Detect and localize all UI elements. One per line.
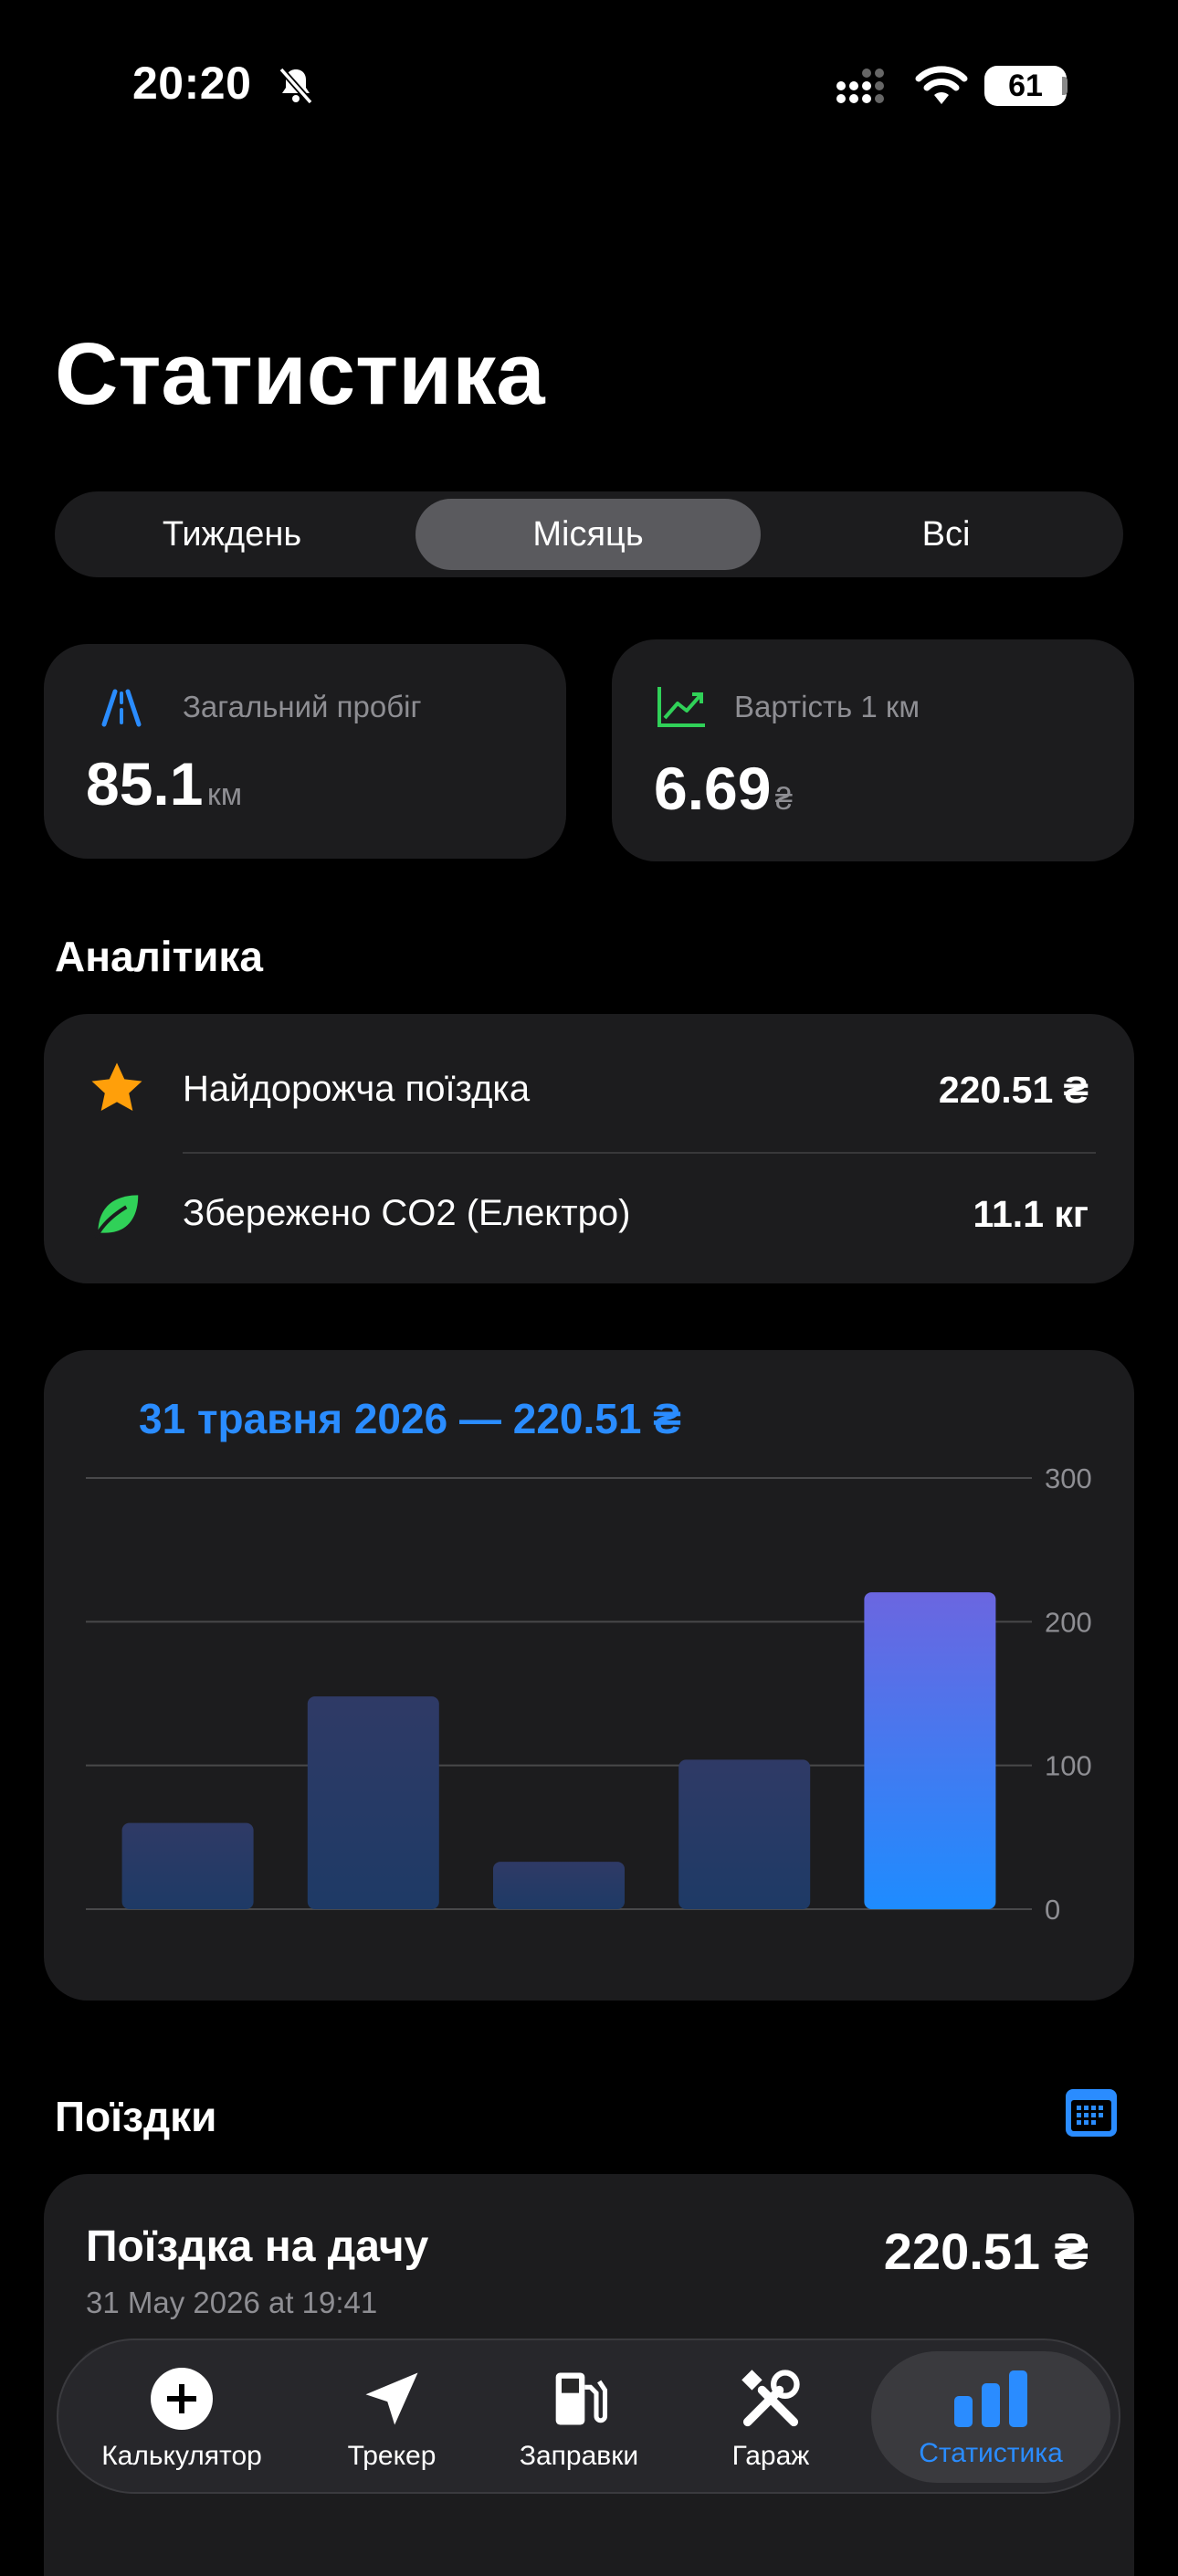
tab-calculator[interactable]: Калькулятор [86, 2340, 278, 2496]
segment-week[interactable]: Тиждень [62, 499, 402, 570]
analytics-heading: Аналітика [55, 933, 264, 980]
trips-heading: Поїздки [55, 2093, 217, 2140]
trend-up-icon [657, 687, 705, 727]
battery-icon: 61 [984, 66, 1067, 106]
leaf-icon [93, 1195, 139, 1239]
tab-fuel[interactable]: Заправки [497, 2340, 661, 2496]
trip-amount: 220.51 ₴ [883, 2222, 1089, 2280]
tools-icon [742, 2370, 800, 2427]
star-icon [91, 1062, 142, 1112]
chart-bar[interactable] [678, 1759, 811, 1909]
cost-per-km-unit: ₴ [774, 782, 793, 817]
chart-bar[interactable] [864, 1592, 996, 1909]
bar-chart[interactable]: 300 200 100 0 [44, 1350, 1134, 2001]
plus-circle-icon [151, 2368, 213, 2430]
mileage-value: 85.1 [86, 750, 204, 818]
location-arrow-icon [365, 2372, 418, 2425]
chart-card: 31 травня 2026 — 220.51 ₴ 300 200 100 0 [44, 1350, 1134, 2001]
mileage-unit: км [206, 777, 243, 812]
mileage-value-wrap: 85.1 км [86, 749, 242, 818]
analytics-row-label: Найдорожча поїздка [183, 1069, 531, 1109]
tab-bar: Калькулятор Трекер Заправки Гараж Статис… [57, 2338, 1120, 2494]
tab-label: Трекер [347, 2441, 436, 2471]
analytics-row-label: Збережено CO2 (Електро) [183, 1193, 631, 1233]
y-tick-label: 300 [1045, 1462, 1092, 1494]
mileage-label: Загальний пробіг [183, 690, 422, 723]
chart-bar[interactable] [121, 1822, 254, 1909]
analytics-row-value: 220.51 ₴ [938, 1069, 1089, 1111]
fuel-pump-icon [555, 2372, 608, 2425]
cell-signal-icon [836, 69, 884, 103]
bell-muted-icon [279, 67, 313, 105]
bar-chart-icon [954, 2370, 1027, 2427]
mileage-card: Загальний пробіг 85.1 км [44, 644, 566, 859]
divider [183, 1152, 1096, 1154]
y-tick-label: 100 [1045, 1750, 1092, 1782]
tab-tracker[interactable]: Трекер [319, 2340, 465, 2496]
cost-per-km-value-wrap: 6.69 ₴ [654, 754, 793, 823]
status-time: 20:20 [132, 58, 252, 109]
calendar-icon[interactable] [1064, 2087, 1119, 2138]
chart-bar[interactable] [493, 1862, 625, 1909]
tab-label: Калькулятор [101, 2441, 262, 2471]
cost-per-km-value: 6.69 [654, 755, 772, 822]
period-segmented-control: Тиждень Місяць Всі [55, 491, 1123, 577]
tab-label: Заправки [519, 2441, 639, 2471]
segment-all[interactable]: Всі [776, 499, 1116, 570]
chart-bar[interactable] [307, 1696, 439, 1909]
tab-garage[interactable]: Гараж [698, 2340, 844, 2496]
road-icon [101, 689, 142, 727]
trip-datetime: 31 May 2026 at 19:41 [86, 2286, 378, 2319]
page-title: Статистика [55, 325, 545, 423]
analytics-row-value: 11.1 кг [973, 1193, 1089, 1235]
cost-per-km-label: Вартість 1 км [734, 690, 920, 723]
y-tick-label: 200 [1045, 1606, 1092, 1638]
tab-label: Гараж [731, 2441, 810, 2471]
segment-month[interactable]: Місяць [415, 499, 761, 570]
battery-tip [1062, 77, 1068, 95]
wifi-icon [915, 66, 968, 104]
tab-statistics[interactable]: Статистика [871, 2340, 1110, 2496]
analytics-card: Найдорожча поїздка 220.51 ₴ Збережено CO… [44, 1014, 1134, 1283]
trip-title: Поїздка на дачу [86, 2222, 429, 2271]
cost-per-km-card: Вартість 1 км 6.69 ₴ [612, 639, 1134, 861]
tab-label: Статистика [919, 2438, 1063, 2468]
y-tick-label: 0 [1045, 1894, 1060, 1926]
